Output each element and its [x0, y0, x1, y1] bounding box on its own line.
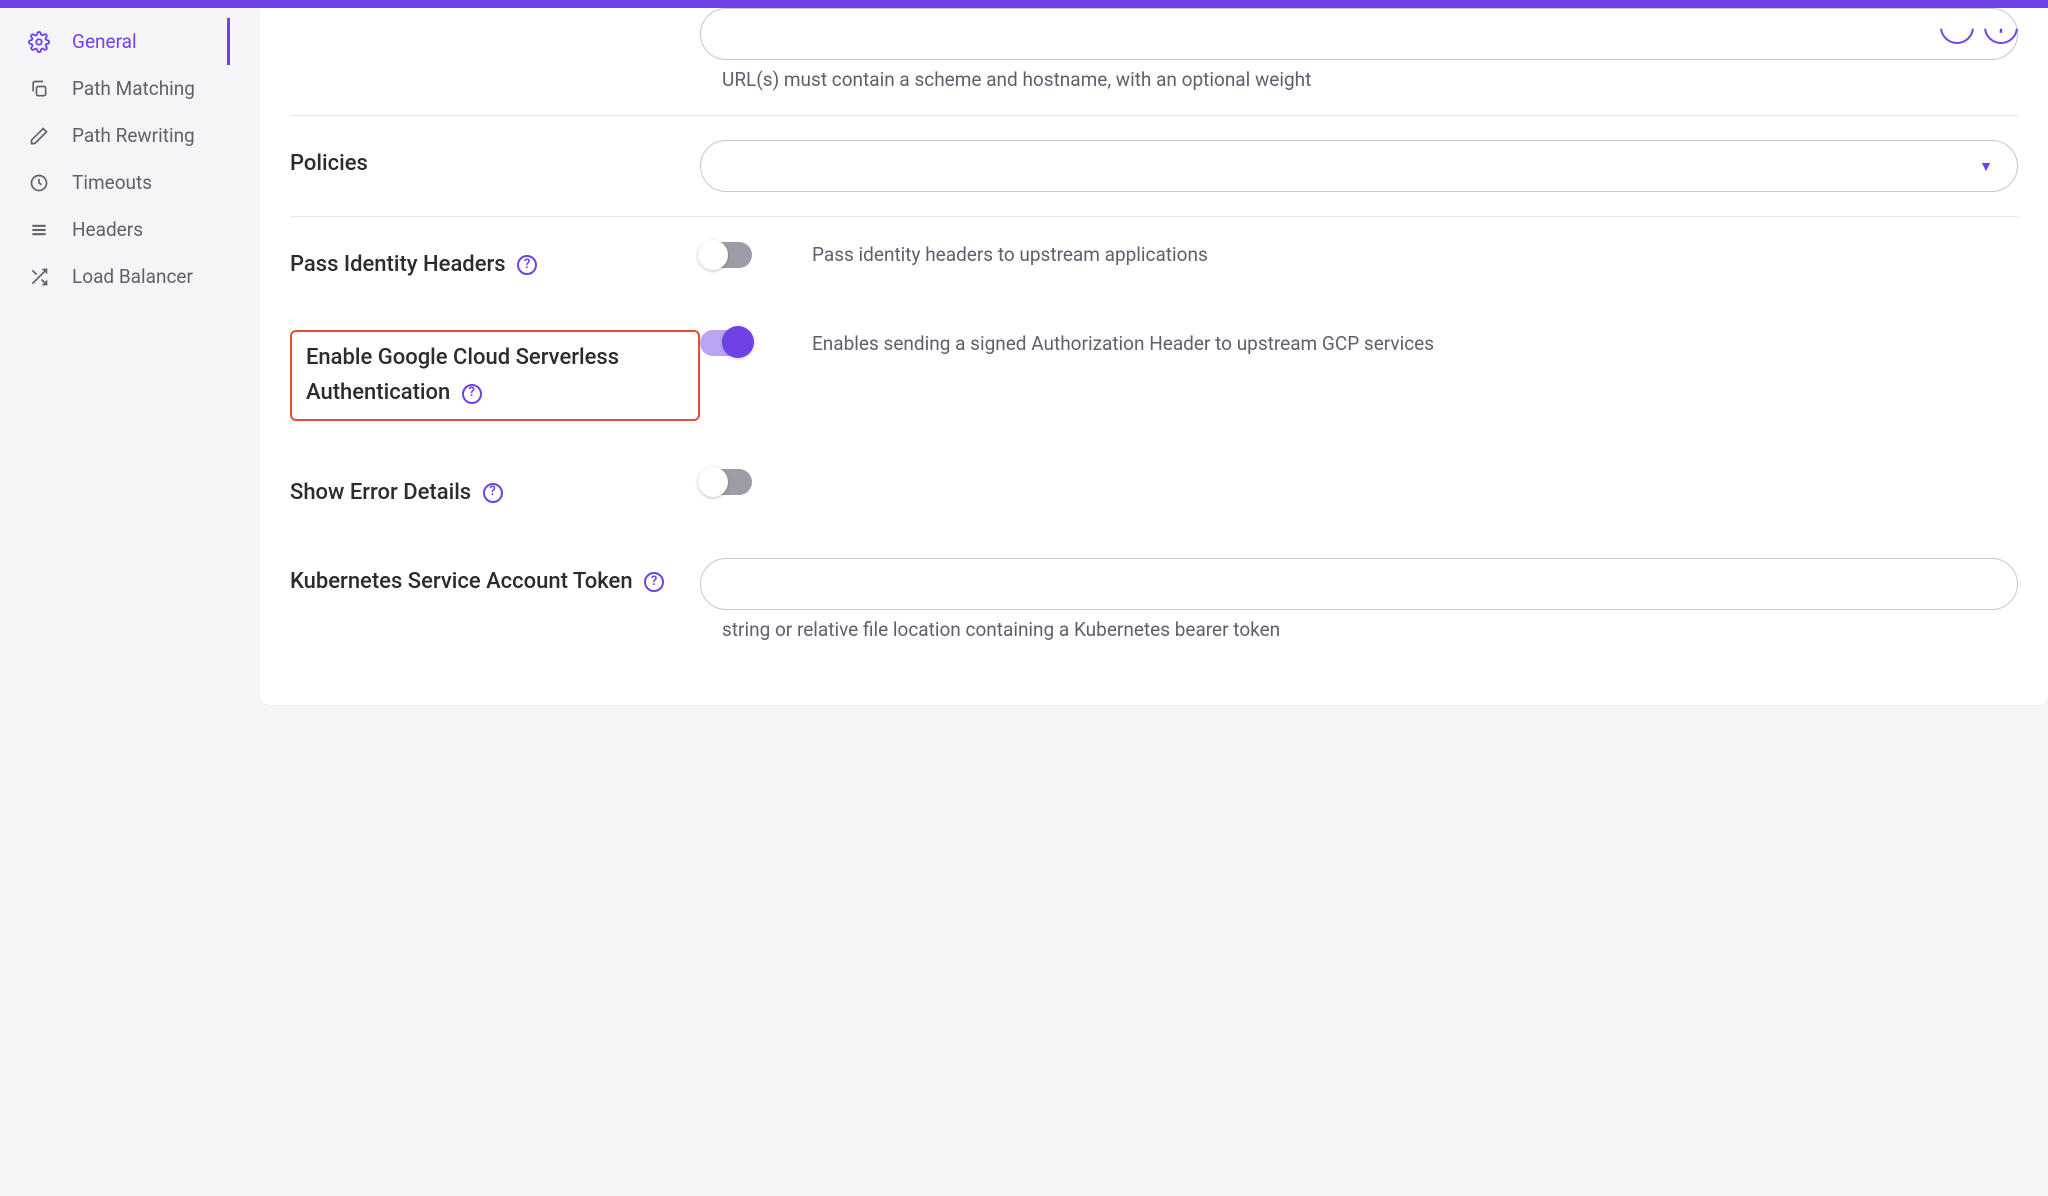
shuffle-icon: [28, 266, 50, 288]
error-details-toggle[interactable]: [700, 469, 752, 495]
pass-identity-label-col: Pass Identity Headers ?: [290, 241, 700, 282]
sidebar-item-label: Headers: [72, 218, 143, 241]
sidebar-item-label: Path Rewriting: [72, 124, 195, 147]
row-pass-identity: Pass Identity Headers ? Pass identity he…: [290, 217, 2018, 306]
error-details-label-col: Show Error Details ?: [290, 469, 700, 510]
row-url: URL(s) must contain a scheme and hostnam…: [290, 8, 2018, 116]
main-panel: URL(s) must contain a scheme and hostnam…: [260, 8, 2048, 705]
page-container: General Path Matching Path Rewriting Tim…: [0, 8, 2048, 725]
k8s-label-col: Kubernetes Service Account Token ?: [290, 558, 700, 599]
sidebar-item-label: General: [72, 30, 137, 53]
gcp-label-col: Enable Google Cloud Serverless Authentic…: [290, 330, 700, 420]
add-button[interactable]: +: [1984, 10, 2018, 44]
settings-sidebar: General Path Matching Path Rewriting Tim…: [0, 8, 260, 725]
top-accent-bar: [0, 0, 2048, 8]
help-icon[interactable]: ?: [644, 572, 664, 592]
url-input[interactable]: [700, 8, 2018, 60]
sidebar-item-label: Path Matching: [72, 77, 195, 100]
pass-identity-desc: Pass identity headers to upstream applic…: [812, 241, 1208, 270]
k8s-hint: string or relative file location contain…: [722, 618, 2018, 641]
gcp-desc: Enables sending a signed Authorization H…: [812, 330, 2018, 359]
sidebar-item-label: Timeouts: [72, 171, 152, 194]
error-details-label: Show Error Details: [290, 480, 471, 505]
toggle-knob: [698, 467, 728, 497]
policies-select[interactable]: ▼: [700, 140, 2018, 192]
pass-identity-control: Pass identity headers to upstream applic…: [700, 241, 2018, 270]
k8s-token-input[interactable]: [700, 558, 2018, 610]
row-gcp-auth: Enable Google Cloud Serverless Authentic…: [290, 306, 2018, 444]
gcp-auth-toggle[interactable]: [700, 330, 752, 356]
list-icon: [28, 219, 50, 241]
policies-label: Policies: [290, 140, 700, 181]
sidebar-item-label: Load Balancer: [72, 265, 193, 288]
row-k8s-token: Kubernetes Service Account Token ? strin…: [290, 534, 2018, 665]
toggle-knob: [722, 326, 754, 358]
gear-icon: [28, 31, 50, 53]
help-icon[interactable]: ?: [483, 483, 503, 503]
clock-icon: [28, 172, 50, 194]
url-control-col: URL(s) must contain a scheme and hostnam…: [700, 8, 2018, 91]
pass-identity-toggle[interactable]: [700, 242, 752, 268]
k8s-control-col: string or relative file location contain…: [700, 558, 2018, 641]
k8s-label: Kubernetes Service Account Token: [290, 569, 633, 594]
sidebar-item-timeouts[interactable]: Timeouts: [0, 159, 260, 206]
row-policies: Policies ▼: [290, 116, 2018, 217]
gcp-highlight: Enable Google Cloud Serverless Authentic…: [290, 330, 700, 420]
help-icon[interactable]: ?: [517, 255, 537, 275]
pencil-icon: [28, 125, 50, 147]
url-label-col: [290, 8, 700, 14]
pass-identity-label: Pass Identity Headers: [290, 252, 506, 277]
chevron-down-icon: ▼: [1979, 158, 1993, 175]
url-hint: URL(s) must contain a scheme and hostnam…: [722, 68, 2018, 91]
policies-control-col: ▼: [700, 140, 2018, 192]
sidebar-item-path-rewriting[interactable]: Path Rewriting: [0, 112, 260, 159]
sidebar-item-headers[interactable]: Headers: [0, 206, 260, 253]
row-error-details: Show Error Details ?: [290, 445, 2018, 534]
help-icon[interactable]: ?: [462, 384, 482, 404]
main-wrap: – + URL(s) must contain a scheme and hos…: [260, 8, 2048, 725]
copy-icon: [28, 78, 50, 100]
sidebar-item-path-matching[interactable]: Path Matching: [0, 65, 260, 112]
toggle-knob: [698, 240, 728, 270]
remove-button[interactable]: –: [1940, 10, 1974, 44]
sidebar-item-general[interactable]: General: [0, 18, 260, 65]
sidebar-item-load-balancer[interactable]: Load Balancer: [0, 253, 260, 300]
top-action-buttons: – +: [1940, 10, 2018, 44]
gcp-control: Enables sending a signed Authorization H…: [700, 330, 2018, 359]
error-details-control: [700, 469, 2018, 495]
